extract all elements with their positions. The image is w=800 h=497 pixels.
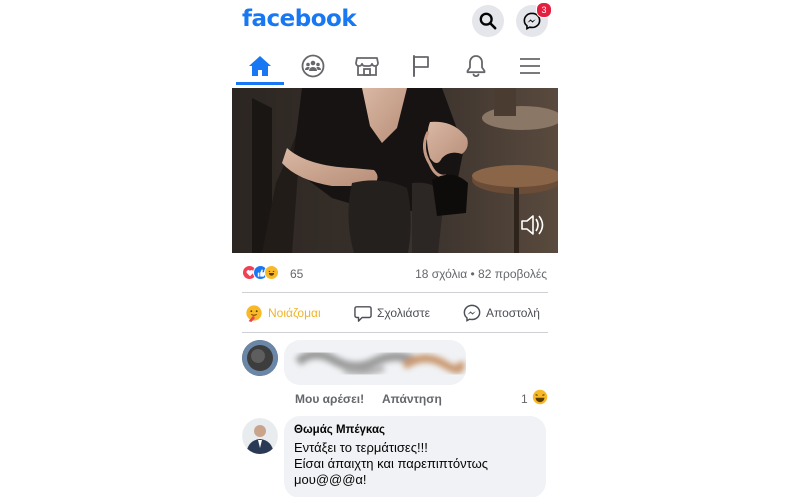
tab-menu[interactable] [505, 46, 555, 86]
comment-author[interactable]: Θωμάς Μπέγκας [294, 424, 385, 436]
marketplace-icon [355, 57, 379, 76]
comment-bubble: Θωμάς Μπέγκας Εντάξει το τερμάτισες!!! Ε… [284, 416, 546, 497]
messenger-button[interactable]: 3 [516, 2, 552, 37]
messenger-send-icon [463, 304, 481, 322]
tab-groups[interactable] [288, 46, 338, 86]
facebook-logo[interactable]: facebook [242, 6, 357, 32]
comment-label: Σχολιάστε [377, 306, 430, 320]
comment-icon [354, 305, 372, 322]
tab-marketplace[interactable] [342, 46, 392, 86]
top-bar: facebook 3 [232, 0, 558, 44]
blurred-comment-text [295, 350, 465, 376]
tab-home[interactable] [235, 46, 285, 86]
actions-divider [242, 332, 548, 333]
care-label: Νοιάζομαι [268, 306, 321, 320]
comment-text: Εντάξει το τερμάτισες!!! Είσαι άπαιχτη κ… [294, 440, 489, 487]
commenter-avatar[interactable] [242, 340, 278, 376]
post-video[interactable] [232, 88, 558, 253]
comment-reaction-count[interactable]: 1 [521, 392, 528, 406]
tab-bar [232, 46, 558, 86]
haha-reaction-icon [532, 389, 548, 410]
home-icon [249, 56, 271, 76]
messenger-badge: 3 [536, 2, 552, 18]
tab-notifications[interactable] [451, 46, 501, 86]
menu-icon [520, 58, 540, 74]
active-tab-indicator [236, 82, 284, 85]
reaction-count[interactable]: 65 [290, 267, 303, 281]
send-button[interactable]: Αποστολή [463, 298, 540, 328]
facebook-mobile-screen: facebook 3 65 18 σχόλια • 82 προβολές Νο… [232, 0, 558, 497]
video-frame [232, 88, 558, 253]
reply-comment-link[interactable]: Απάντηση [382, 392, 442, 406]
reaction-icons[interactable] [242, 265, 279, 280]
stats-divider [242, 292, 548, 293]
commenter-avatar[interactable] [242, 418, 278, 454]
pages-flag-icon [413, 55, 429, 77]
tab-pages[interactable] [396, 46, 446, 86]
search-button[interactable] [472, 5, 504, 37]
post-stats: 65 18 σχόλια • 82 προβολές [232, 262, 558, 284]
comment-button[interactable]: Σχολιάστε [354, 298, 430, 328]
haha-reaction-icon [264, 265, 279, 280]
notifications-bell-icon [466, 55, 486, 78]
like-comment-link[interactable]: Μου αρέσει! [295, 392, 364, 406]
search-icon [479, 12, 497, 30]
groups-icon [301, 54, 325, 78]
care-button[interactable]: Νοιάζομαι [245, 298, 321, 328]
post-actions: Νοιάζομαι Σχολιάστε Αποστολή [232, 298, 558, 328]
comment-bubble-blurred [284, 340, 466, 385]
comments-views-count[interactable]: 18 σχόλια • 82 προβολές [415, 267, 547, 281]
avatar-image [242, 418, 278, 454]
send-label: Αποστολή [486, 306, 540, 320]
care-reaction-icon [246, 305, 262, 322]
avatar-image [242, 340, 278, 376]
